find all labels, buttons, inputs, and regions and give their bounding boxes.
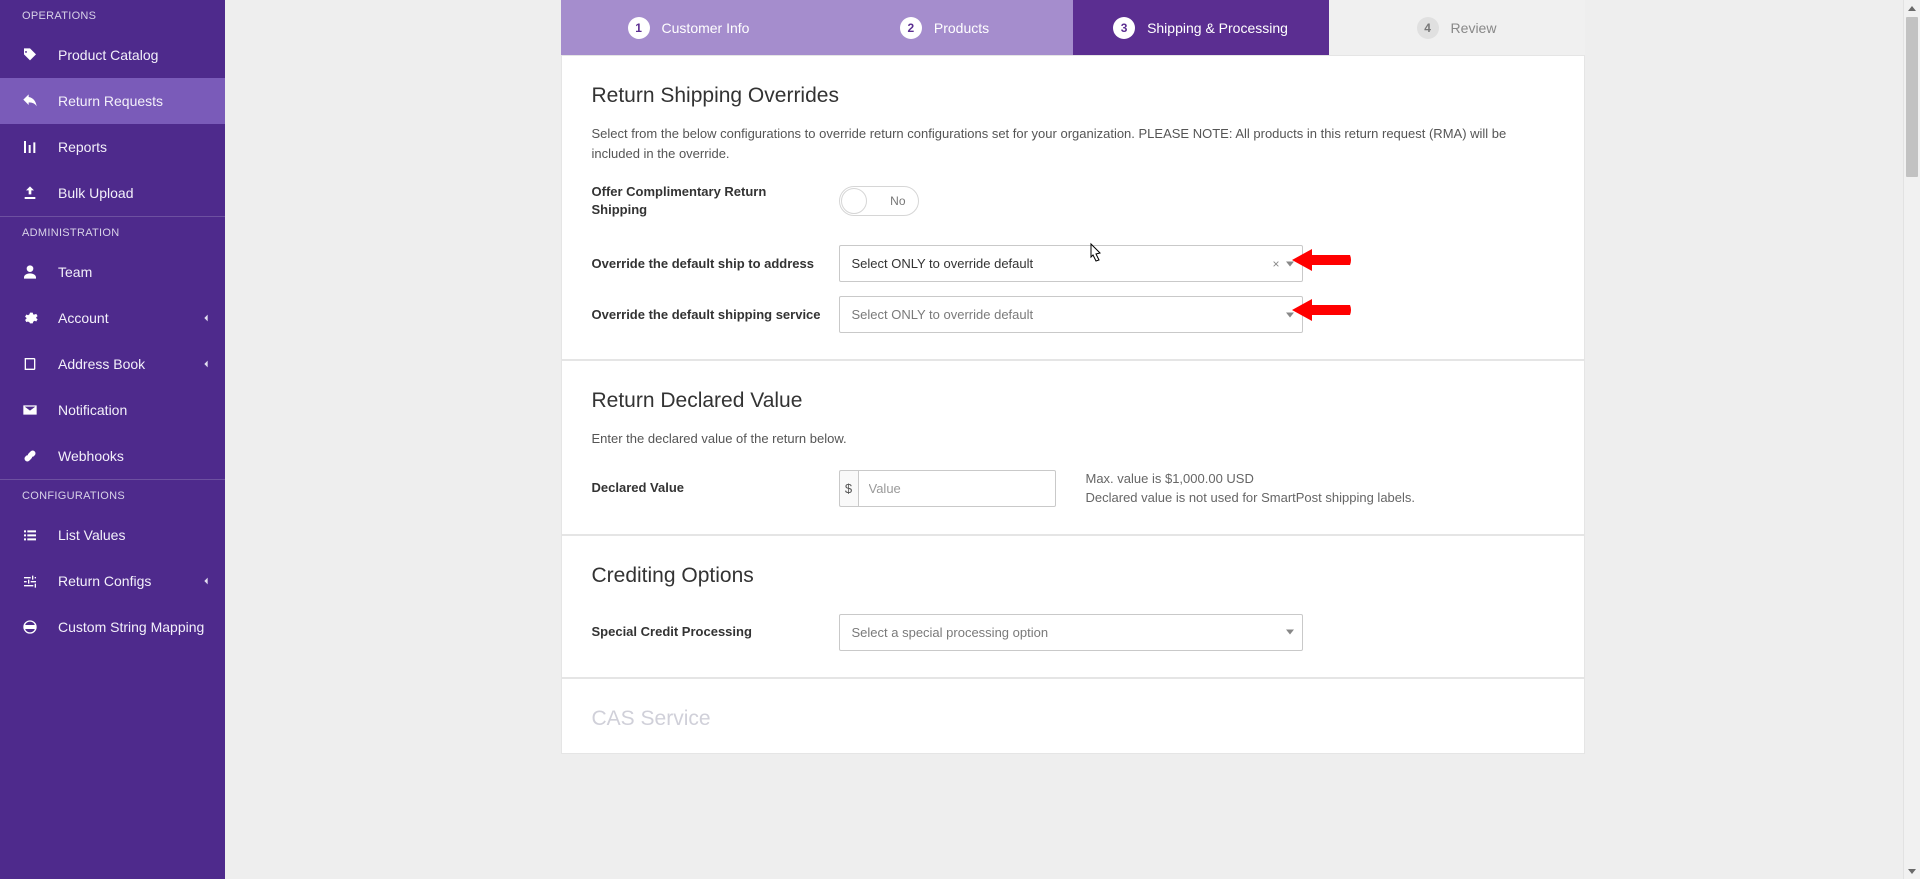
sidebar-item-label: Product Catalog bbox=[58, 47, 158, 63]
scroll-up-button[interactable] bbox=[1904, 0, 1920, 17]
sidebar-item-webhooks[interactable]: Webhooks bbox=[0, 433, 225, 479]
caret-down-icon bbox=[1286, 261, 1294, 266]
step-number: 4 bbox=[1417, 17, 1439, 39]
toggle-state: No bbox=[890, 194, 905, 208]
sidebar-item-label: Bulk Upload bbox=[58, 185, 134, 201]
sidebar: OPERATIONS Product Catalog Return Reques… bbox=[0, 0, 225, 879]
reply-icon bbox=[22, 93, 58, 109]
sidebar-item-label: Webhooks bbox=[58, 448, 124, 464]
chevron-left-icon bbox=[201, 573, 211, 589]
step-number: 1 bbox=[628, 17, 650, 39]
step-number: 2 bbox=[900, 17, 922, 39]
step-label: Customer Info bbox=[662, 20, 750, 36]
caret-down-icon bbox=[1286, 630, 1294, 635]
toggle-knob bbox=[841, 188, 867, 214]
declared-value-note-max: Max. value is $1,000.00 USD bbox=[1086, 469, 1554, 489]
sidebar-item-list-values[interactable]: List Values bbox=[0, 512, 225, 558]
sidebar-item-label: Address Book bbox=[58, 356, 145, 372]
currency-addon: $ bbox=[839, 470, 858, 507]
chevron-left-icon bbox=[201, 310, 211, 326]
panel-title: Crediting Options bbox=[592, 564, 1554, 588]
upload-icon bbox=[22, 185, 58, 201]
step-shipping-processing[interactable]: 3 Shipping & Processing bbox=[1073, 0, 1329, 55]
select-override-service[interactable]: Select ONLY to override default bbox=[839, 296, 1303, 333]
sidebar-item-label: Reports bbox=[58, 139, 107, 155]
step-review[interactable]: 4 Review bbox=[1329, 0, 1585, 55]
user-icon bbox=[22, 264, 58, 280]
label-declared-value: Declared Value bbox=[592, 479, 839, 497]
sidebar-item-product-catalog[interactable]: Product Catalog bbox=[0, 32, 225, 78]
panel-crediting-options: Crediting Options Special Credit Process… bbox=[561, 535, 1585, 678]
clear-icon[interactable]: × bbox=[1272, 257, 1279, 271]
toggle-complimentary-shipping[interactable]: No bbox=[839, 186, 919, 216]
panel-title: Return Declared Value bbox=[592, 389, 1554, 413]
panel-declared-value: Return Declared Value Enter the declared… bbox=[561, 360, 1585, 535]
panel-description: Enter the declared value of the return b… bbox=[592, 429, 1554, 449]
declared-value-input[interactable] bbox=[858, 470, 1056, 507]
select-placeholder: Select ONLY to override default bbox=[852, 307, 1034, 322]
sidebar-section-operations: OPERATIONS bbox=[0, 0, 225, 32]
sidebar-item-address-book[interactable]: Address Book bbox=[0, 341, 225, 387]
declared-value-notes: Max. value is $1,000.00 USD Declared val… bbox=[1056, 469, 1554, 508]
sidebar-item-label: Custom String Mapping bbox=[58, 619, 204, 635]
panel-shipping-overrides: Return Shipping Overrides Select from th… bbox=[561, 55, 1585, 360]
step-label: Shipping & Processing bbox=[1147, 20, 1288, 36]
list-icon bbox=[22, 527, 58, 543]
step-number: 3 bbox=[1113, 17, 1135, 39]
sidebar-item-custom-string-mapping[interactable]: Custom String Mapping bbox=[0, 604, 225, 650]
bar-chart-icon bbox=[22, 139, 58, 155]
label-override-service: Override the default shipping service bbox=[592, 306, 839, 324]
panel-title: CAS Service bbox=[592, 707, 1554, 731]
sidebar-item-label: Notification bbox=[58, 402, 127, 418]
panel-cas-service: CAS Service bbox=[561, 678, 1585, 754]
sidebar-item-return-requests[interactable]: Return Requests bbox=[0, 78, 225, 124]
globe-icon bbox=[22, 619, 58, 635]
sliders-icon bbox=[22, 573, 58, 589]
book-icon bbox=[22, 356, 58, 372]
sidebar-item-return-configs[interactable]: Return Configs bbox=[0, 558, 225, 604]
step-customer-info[interactable]: 1 Customer Info bbox=[561, 0, 817, 55]
label-override-address: Override the default ship to address bbox=[592, 255, 839, 273]
step-label: Review bbox=[1451, 20, 1497, 36]
vertical-scrollbar[interactable] bbox=[1903, 0, 1920, 879]
select-override-address[interactable]: Select ONLY to override default × bbox=[839, 245, 1303, 282]
sidebar-item-reports[interactable]: Reports bbox=[0, 124, 225, 170]
wizard-stepper: 1 Customer Info 2 Products 3 Shipping & … bbox=[561, 0, 1585, 55]
sidebar-section-configurations: CONFIGURATIONS bbox=[0, 480, 225, 512]
gear-icon bbox=[22, 310, 58, 326]
panel-description: Select from the below configurations to … bbox=[592, 124, 1554, 163]
label-special-credit: Special Credit Processing bbox=[592, 623, 839, 641]
select-value: Select ONLY to override default bbox=[852, 256, 1034, 271]
panel-title: Return Shipping Overrides bbox=[592, 84, 1554, 108]
tag-icon bbox=[22, 47, 58, 63]
sidebar-item-team[interactable]: Team bbox=[0, 249, 225, 295]
sidebar-item-label: Return Configs bbox=[58, 573, 151, 589]
link-icon bbox=[22, 448, 58, 464]
step-products[interactable]: 2 Products bbox=[817, 0, 1073, 55]
sidebar-item-bulk-upload[interactable]: Bulk Upload bbox=[0, 170, 225, 216]
sidebar-item-notification[interactable]: Notification bbox=[0, 387, 225, 433]
sidebar-item-label: Team bbox=[58, 264, 92, 280]
caret-down-icon bbox=[1286, 312, 1294, 317]
scrollbar-thumb[interactable] bbox=[1906, 17, 1918, 177]
label-complimentary-shipping: Offer Complimentary Return Shipping bbox=[592, 183, 792, 219]
sidebar-item-label: List Values bbox=[58, 527, 125, 543]
sidebar-item-label: Account bbox=[58, 310, 109, 326]
chevron-left-icon bbox=[201, 356, 211, 372]
sidebar-item-label: Return Requests bbox=[58, 93, 163, 109]
main-content: 1 Customer Info 2 Products 3 Shipping & … bbox=[225, 0, 1920, 879]
sidebar-item-account[interactable]: Account bbox=[0, 295, 225, 341]
step-label: Products bbox=[934, 20, 989, 36]
sidebar-section-administration: ADMINISTRATION bbox=[0, 217, 225, 249]
scroll-down-button[interactable] bbox=[1904, 862, 1920, 879]
envelope-icon bbox=[22, 402, 58, 418]
declared-value-note-smartpost: Declared value is not used for SmartPost… bbox=[1086, 488, 1554, 508]
select-special-credit[interactable]: Select a special processing option bbox=[839, 614, 1303, 651]
select-placeholder: Select a special processing option bbox=[852, 625, 1049, 640]
